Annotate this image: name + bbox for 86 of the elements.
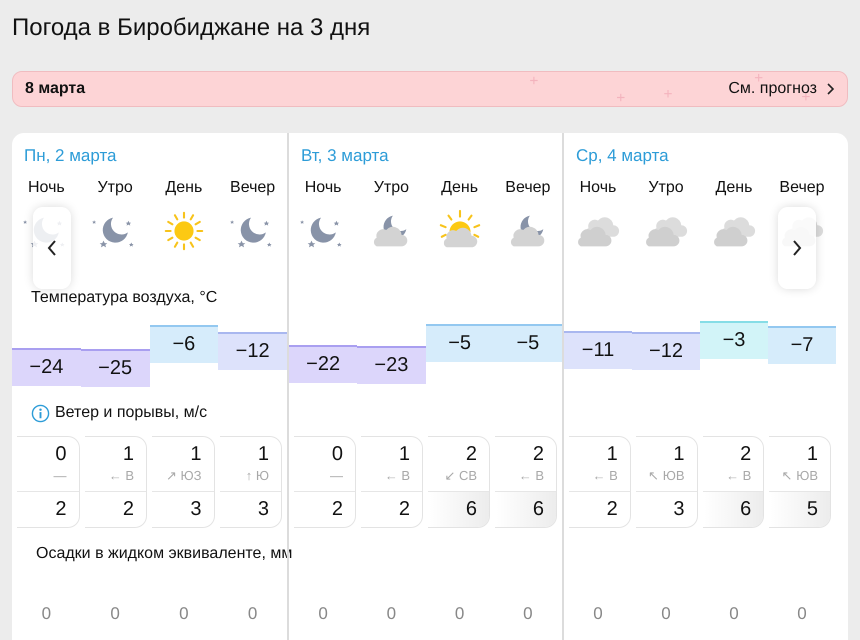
precipitation-value: 0 [729,604,739,624]
next-button[interactable] [778,207,816,289]
chevron-left-icon [46,238,58,258]
precipitation-value: 0 [661,604,671,624]
wind-speed: 2 [532,443,544,466]
precipitation-value: 0 [797,604,807,624]
gust-speed: 6 [532,498,544,521]
period-label: День [441,179,478,198]
wind-direction: ↗ ЮЗ [166,468,202,483]
temperature-value: −22 [306,352,340,378]
precipitation-value: 0 [318,604,328,624]
wind-speed: 1 [398,443,410,466]
period-label: Ночь [304,179,342,198]
info-icon[interactable] [31,404,50,422]
wind-speed: 1 [122,443,134,466]
wind-speed: 1 [606,443,618,466]
period-label: Ночь [28,179,65,198]
wind-direction: ← В [384,468,410,483]
wind-direction: ↑ Ю [246,468,269,483]
period-label: Утро [374,179,410,198]
period-label: День [716,179,752,198]
wind-direction: ← В [108,468,134,483]
wind-speed: 0 [332,443,343,466]
gust-speed: 6 [740,498,752,521]
period-label: Вечер [779,179,825,198]
period-label: Утро [648,179,684,198]
day-date: Вт, 3 марта [300,146,390,167]
previous-button[interactable] [33,207,71,289]
gust-speed: 2 [122,498,134,521]
wind-direction: — [54,468,66,483]
gust-speed: 2 [398,498,410,521]
gust-speed: 3 [190,498,202,521]
temperature-value: −11 [582,338,614,364]
precipitation-value: 0 [110,604,120,624]
section-label: Ветер и порывы, м/с [55,404,208,422]
gust-speed: 3 [673,498,684,521]
precipitation-value: 0 [523,604,533,624]
wind-direction: ← В [592,468,618,483]
temperature-value: −7 [790,333,814,358]
temperature-value: −5 [448,330,472,356]
precipitation-value: 0 [593,604,603,624]
wind-speed: 1 [258,443,269,466]
temperature-value: −25 [98,356,132,381]
gust-speed: 3 [258,498,269,521]
temperature-value: −6 [172,332,196,357]
precipitation-value: 0 [248,604,258,624]
gust-speed: 2 [55,498,66,521]
wind-speed: 1 [190,443,202,466]
day-date: Ср, 4 марта [575,146,670,167]
wind-speed: 1 [673,443,684,466]
period-label: Вечер [230,179,276,198]
precipitation-value: 0 [454,604,464,624]
temperature-value: −5 [516,330,540,356]
day-date: Пн, 2 марта [23,146,118,167]
period-label: День [165,179,202,198]
chevron-right-icon [825,82,835,96]
page-title: Погода в Биробиджане на 3 дня [12,13,372,43]
wind-speed: 2 [740,443,752,466]
gust-speed: 5 [806,498,818,521]
precipitation-value: 0 [386,604,396,624]
wind-speed: 1 [806,443,818,466]
alert-date: 8 марта [25,80,86,98]
wind-direction: ↖ ЮВ [782,468,818,483]
temperature-value: −23 [374,353,408,378]
section-label: Температура воздуха, °C [31,289,218,307]
gust-speed: 6 [466,498,477,521]
temperature-value: −12 [649,339,683,364]
temperature-value: −3 [722,328,746,353]
precipitation-value: 0 [179,604,189,624]
period-label: Ночь [580,179,616,198]
wind-speed: 2 [466,443,477,466]
forecast-link[interactable]: См. прогноз [728,80,835,98]
temperature-value: −24 [29,354,64,380]
wind-direction: ← В [726,468,752,483]
period-label: Вечер [505,179,550,198]
period-label: Утро [97,179,133,198]
wind-direction: ↙ СВ [444,468,477,483]
wind-direction: ← В [518,468,544,483]
chevron-right-icon [791,238,803,258]
temperature-value: −12 [236,339,270,364]
wind-speed: 0 [55,443,66,466]
gust-speed: 2 [606,498,618,521]
precipitation-value: 0 [42,604,52,624]
wind-direction: — [330,468,343,483]
gust-speed: 2 [332,498,343,521]
wind-direction: ↖ ЮВ [648,468,684,483]
